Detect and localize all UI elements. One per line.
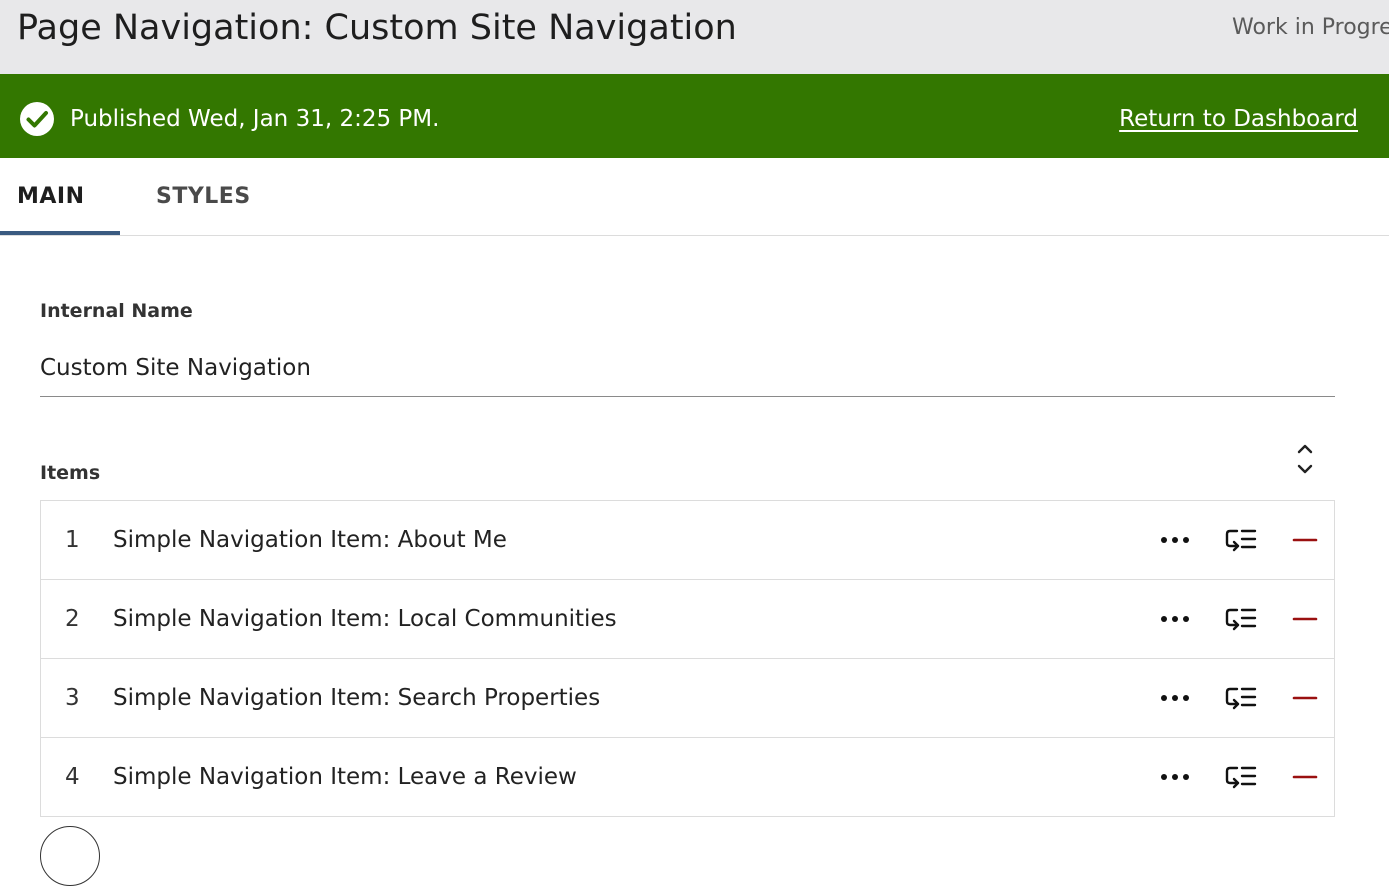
item-label[interactable]: Simple Navigation Item: Leave a Review [113, 738, 577, 816]
more-options-icon[interactable] [1155, 526, 1195, 554]
items-list: 1 Simple Navigation Item: About Me 2 Sim… [40, 500, 1335, 817]
remove-icon[interactable] [1289, 763, 1321, 791]
more-options-icon[interactable] [1155, 605, 1195, 633]
list-item: 3 Simple Navigation Item: Search Propert… [41, 659, 1334, 738]
item-number: 1 [65, 527, 80, 553]
item-label[interactable]: Simple Navigation Item: About Me [113, 501, 507, 579]
tab-styles[interactable]: STYLES [156, 158, 251, 235]
internal-name-label: Internal Name [40, 300, 193, 322]
reorder-list-icon[interactable] [1223, 605, 1259, 633]
reorder-list-icon[interactable] [1223, 763, 1259, 791]
reorder-list-icon[interactable] [1223, 526, 1259, 554]
remove-icon[interactable] [1289, 526, 1321, 554]
status-label: Work in Progress [1232, 15, 1389, 40]
item-number: 2 [65, 606, 80, 632]
internal-name-field[interactable]: Custom Site Navigation [40, 352, 1335, 397]
return-to-dashboard-link[interactable]: Return to Dashboard [1119, 103, 1358, 135]
remove-icon[interactable] [1289, 605, 1321, 633]
remove-icon[interactable] [1289, 684, 1321, 712]
items-label: Items [40, 462, 101, 484]
more-options-icon[interactable] [1155, 684, 1195, 712]
check-circle-icon [20, 102, 54, 136]
list-item: 4 Simple Navigation Item: Leave a Review [41, 738, 1334, 816]
page-title: Page Navigation: Custom Site Navigation [17, 8, 737, 48]
list-item: 1 Simple Navigation Item: About Me [41, 501, 1334, 580]
item-number: 4 [65, 764, 80, 790]
item-number: 3 [65, 685, 80, 711]
collapse-expand-icon[interactable] [1292, 442, 1318, 476]
list-item: 2 Simple Navigation Item: Local Communit… [41, 580, 1334, 659]
item-label[interactable]: Simple Navigation Item: Local Communitie… [113, 580, 617, 658]
add-item-button[interactable] [40, 826, 100, 886]
reorder-list-icon[interactable] [1223, 684, 1259, 712]
more-options-icon[interactable] [1155, 763, 1195, 791]
tab-bar: MAIN STYLES [0, 158, 1389, 236]
tab-main[interactable]: MAIN [0, 158, 120, 235]
header-bar: Page Navigation: Custom Site Navigation … [0, 0, 1389, 74]
item-label[interactable]: Simple Navigation Item: Search Propertie… [113, 659, 600, 737]
publish-message: Published Wed, Jan 31, 2:25 PM. [70, 106, 440, 132]
